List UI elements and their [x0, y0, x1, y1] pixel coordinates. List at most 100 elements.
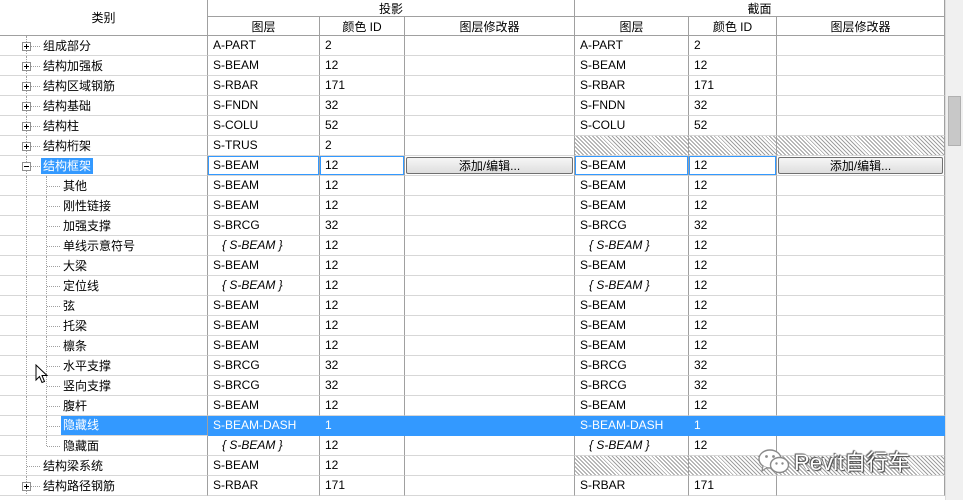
projection-color-id-cell[interactable]: 32 — [320, 376, 405, 396]
projection-layer-modifier-cell[interactable] — [405, 376, 575, 396]
section-color-id-cell[interactable]: 32 — [689, 96, 777, 116]
projection-layer-modifier-cell[interactable] — [405, 296, 575, 316]
section-color-id-cell[interactable] — [689, 136, 777, 156]
layer-mapping-table[interactable]: 组成部分 A-PART 2 A-PART 2 结构加强板 S-BEAM 12 S-BEAM 12 结… — [0, 36, 945, 500]
category-cell[interactable]: 隐藏面 — [0, 436, 208, 456]
projection-layer-modifier-cell[interactable] — [405, 216, 575, 236]
section-layer-cell[interactable]: S-BEAM — [575, 296, 689, 316]
section-layer-cell[interactable]: S-BEAM — [575, 196, 689, 216]
projection-layer-cell[interactable]: S-FNDN — [208, 96, 320, 116]
projection-color-id-cell[interactable]: 12 — [320, 276, 405, 296]
projection-color-id-cell[interactable]: 52 — [320, 116, 405, 136]
section-layer-modifier-cell[interactable] — [777, 416, 945, 436]
projection-color-id-cell[interactable]: 1 — [320, 416, 405, 436]
category-cell[interactable]: 腹杆 — [0, 396, 208, 416]
projection-layer-modifier-cell[interactable] — [405, 196, 575, 216]
section-layer-cell[interactable]: S-BEAM — [575, 336, 689, 356]
projection-layer-cell[interactable]: S-RBAR — [208, 76, 320, 96]
projection-layer-cell[interactable]: S-BRCG — [208, 216, 320, 236]
section-layer-modifier-cell[interactable] — [777, 296, 945, 316]
projection-layer-cell[interactable]: A-PART — [208, 36, 320, 56]
projection-layer-modifier-cell[interactable] — [405, 36, 575, 56]
section-layer-modifier-cell[interactable] — [777, 236, 945, 256]
projection-color-id-cell[interactable]: 2 — [320, 136, 405, 156]
section-color-id-cell[interactable]: 2 — [689, 36, 777, 56]
section-layer-cell[interactable]: { S-BEAM } — [575, 436, 689, 456]
projection-layer-modifier-cell[interactable] — [405, 356, 575, 376]
projection-layer-cell[interactable]: S-BEAM — [208, 316, 320, 336]
table-row[interactable]: 加强支撑 S-BRCG 32 S-BRCG 32 — [0, 216, 945, 236]
projection-layer-modifier-cell[interactable] — [405, 276, 575, 296]
section-layer-modifier-cell[interactable] — [777, 216, 945, 236]
projection-color-id-cell[interactable]: 2 — [320, 36, 405, 56]
table-row[interactable]: 单线示意符号 { S-BEAM } 12 { S-BEAM } 12 — [0, 236, 945, 256]
section-color-id-cell[interactable]: 171 — [689, 476, 777, 496]
projection-color-id-cell[interactable]: 12 — [320, 436, 405, 456]
section-layer-cell[interactable]: S-BRCG — [575, 356, 689, 376]
section-color-id-cell[interactable]: 12 — [689, 156, 777, 176]
section-layer-cell[interactable]: S-RBAR — [575, 76, 689, 96]
projection-layer-cell[interactable]: { S-BEAM } — [208, 276, 320, 296]
section-layer-cell[interactable]: S-BEAM — [575, 56, 689, 76]
expand-plus-icon[interactable] — [22, 122, 31, 131]
table-row[interactable]: 檩条 S-BEAM 12 S-BEAM 12 — [0, 336, 945, 356]
vertical-scrollbar[interactable] — [945, 0, 963, 500]
table-row[interactable]: 结构桁架 S-TRUS 2 — [0, 136, 945, 156]
projection-layer-modifier-cell[interactable] — [405, 456, 575, 476]
projection-layer-cell[interactable]: S-BEAM — [208, 196, 320, 216]
projection-color-id-cell[interactable]: 171 — [320, 76, 405, 96]
scrollbar-thumb[interactable] — [948, 96, 961, 146]
section-color-id-cell[interactable]: 32 — [689, 216, 777, 236]
section-layer-modifier-cell[interactable] — [777, 256, 945, 276]
category-cell[interactable]: 隐藏线 — [0, 416, 208, 436]
section-color-id-cell[interactable]: 12 — [689, 276, 777, 296]
category-cell[interactable]: 加强支撑 — [0, 216, 208, 236]
collapse-minus-icon[interactable] — [22, 162, 31, 171]
section-layer-modifier-cell[interactable] — [777, 36, 945, 56]
table-row[interactable]: 托梁 S-BEAM 12 S-BEAM 12 — [0, 316, 945, 336]
section-layer-cell[interactable] — [575, 136, 689, 156]
section-color-id-cell[interactable]: 12 — [689, 56, 777, 76]
expand-plus-icon[interactable] — [22, 142, 31, 151]
projection-color-id-cell[interactable]: 32 — [320, 356, 405, 376]
projection-color-id-cell[interactable]: 12 — [320, 156, 405, 176]
table-row[interactable]: 定位线 { S-BEAM } 12 { S-BEAM } 12 — [0, 276, 945, 296]
section-layer-cell[interactable]: S-BEAM — [575, 396, 689, 416]
section-color-id-cell[interactable]: 12 — [689, 316, 777, 336]
table-row[interactable]: 结构基础 S-FNDN 32 S-FNDN 32 — [0, 96, 945, 116]
projection-layer-cell[interactable]: S-BEAM — [208, 56, 320, 76]
projection-layer-modifier-cell[interactable] — [405, 236, 575, 256]
column-header-section-layer-modifier[interactable]: 图层修改器 — [777, 17, 945, 36]
projection-color-id-cell[interactable]: 12 — [320, 256, 405, 276]
section-layer-modifier-cell[interactable] — [777, 316, 945, 336]
category-cell[interactable]: 水平支撑 — [0, 356, 208, 376]
category-cell[interactable]: 托梁 — [0, 316, 208, 336]
projection-layer-cell[interactable]: S-BRCG — [208, 356, 320, 376]
section-layer-cell[interactable]: S-RBAR — [575, 476, 689, 496]
projection-layer-cell[interactable]: { S-BEAM } — [208, 436, 320, 456]
add-edit-button[interactable]: 添加/编辑... — [778, 157, 943, 174]
section-layer-cell[interactable]: S-BRCG — [575, 376, 689, 396]
projection-layer-modifier-cell[interactable] — [405, 256, 575, 276]
column-header-projection-color-id[interactable]: 颜色 ID — [320, 17, 405, 36]
column-header-projection-layer[interactable]: 图层 — [208, 17, 320, 36]
projection-layer-cell[interactable]: S-BEAM-DASH — [208, 416, 320, 436]
expand-plus-icon[interactable] — [22, 482, 31, 491]
section-layer-modifier-cell[interactable] — [777, 376, 945, 396]
projection-layer-cell[interactable]: S-BEAM — [208, 256, 320, 276]
section-layer-modifier-cell[interactable] — [777, 476, 945, 496]
projection-layer-cell[interactable]: S-BEAM — [208, 456, 320, 476]
section-color-id-cell[interactable]: 52 — [689, 116, 777, 136]
table-row[interactable]: 结构区域钢筋 S-RBAR 171 S-RBAR 171 — [0, 76, 945, 96]
table-row[interactable]: 结构框架 S-BEAM 12 添加/编辑... S-BEAM 12 添加/编辑... — [0, 156, 945, 176]
projection-layer-modifier-cell[interactable] — [405, 76, 575, 96]
category-cell[interactable]: 结构框架 — [0, 156, 208, 176]
table-row[interactable]: 其他 S-BEAM 12 S-BEAM 12 — [0, 176, 945, 196]
expand-plus-icon[interactable] — [22, 62, 31, 71]
table-row[interactable]: 腹杆 S-BEAM 12 S-BEAM 12 — [0, 396, 945, 416]
projection-layer-modifier-cell[interactable] — [405, 96, 575, 116]
section-layer-cell[interactable]: S-BEAM — [575, 156, 689, 176]
section-color-id-cell[interactable]: 12 — [689, 196, 777, 216]
section-layer-cell[interactable] — [575, 456, 689, 476]
projection-layer-modifier-cell[interactable] — [405, 416, 575, 436]
